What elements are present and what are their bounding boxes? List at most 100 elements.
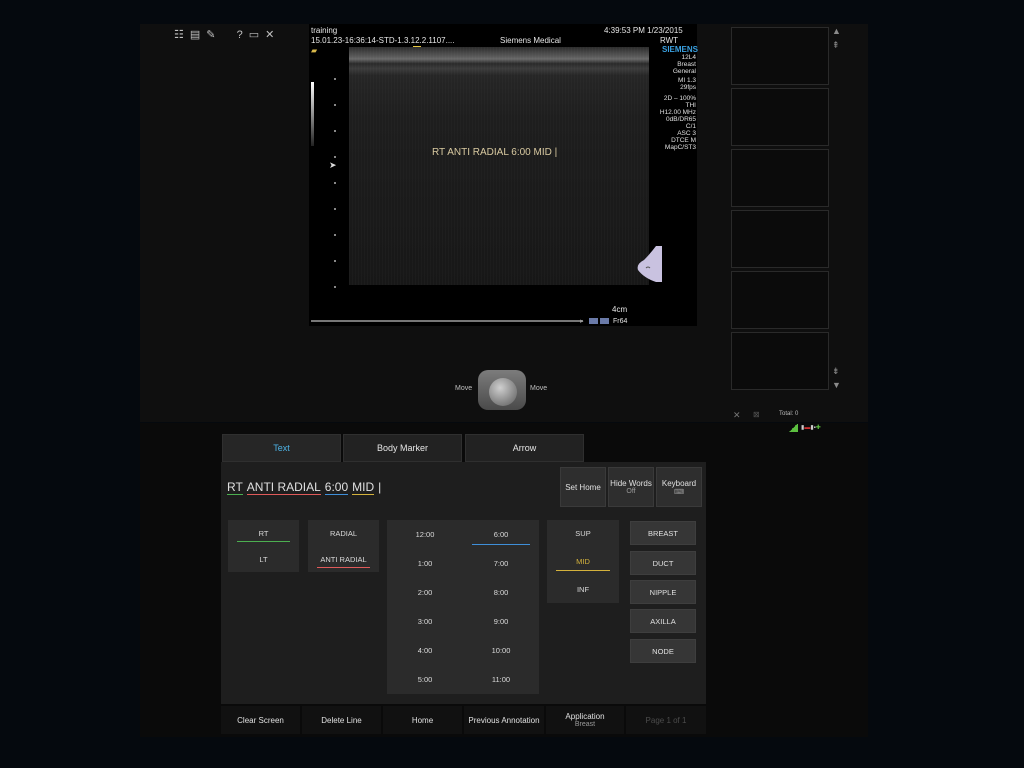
- scroll-up-icon[interactable]: ▲: [832, 26, 841, 36]
- option-mid[interactable]: MID: [547, 547, 619, 575]
- option-label: 10:00: [491, 646, 511, 655]
- study-id: 15.01.23-16:36:14-STD-1.3.12.2.1107....: [311, 36, 455, 45]
- folder-icon: ▰: [311, 46, 318, 55]
- tab-body-marker[interactable]: Body Marker: [343, 434, 462, 462]
- depth-scale: [334, 78, 336, 288]
- annotation-word: MID: [352, 480, 375, 495]
- clip-thumbnail[interactable]: [731, 210, 829, 268]
- clock-option[interactable]: 1:00: [387, 549, 463, 578]
- tab-arrow[interactable]: Arrow: [465, 434, 584, 462]
- cine-loop-icon[interactable]: [600, 318, 609, 324]
- previous-annotation-button[interactable]: Previous Annotation: [464, 706, 544, 734]
- anatomy-nipple-button[interactable]: NIPPLE: [630, 580, 696, 604]
- option-label: LT: [259, 554, 268, 564]
- param: H12.00 MHz: [659, 109, 696, 116]
- option-label: 8:00: [493, 588, 509, 597]
- clip-thumbnail[interactable]: [731, 88, 829, 146]
- imaging-parameters: 12L4 Breast General MI 1.3 29fps 2D – 10…: [650, 54, 696, 151]
- anatomy-axilla-button[interactable]: AXILLA: [630, 609, 696, 633]
- window-icon[interactable]: ▭: [249, 29, 261, 41]
- clip-thumbnail[interactable]: [731, 149, 829, 207]
- clip-thumbnail[interactable]: [731, 271, 829, 329]
- param: 0dB/DR65: [666, 116, 696, 123]
- option-label: 2:00: [417, 588, 433, 597]
- button-label: Previous Annotation: [468, 715, 540, 725]
- option-sup[interactable]: SUP: [547, 520, 619, 547]
- hide-words-value: Off: [626, 488, 636, 495]
- button-label: Delete Line: [321, 715, 362, 725]
- keyboard-button[interactable]: Keyboard ⌨: [656, 467, 702, 507]
- cine-slider[interactable]: [311, 320, 583, 322]
- clock-option[interactable]: 5:00: [387, 665, 463, 694]
- brand-logo: SIEMENS: [662, 45, 699, 54]
- annotation-word: 6:00: [324, 480, 349, 495]
- text-cursor: |: [378, 480, 382, 494]
- option-label: 7:00: [493, 559, 509, 568]
- application-button[interactable]: Application Breast: [546, 706, 624, 734]
- option-inf[interactable]: INF: [547, 575, 619, 603]
- trackball-right-label: Move: [530, 385, 548, 392]
- tab-text[interactable]: Text: [222, 434, 341, 462]
- trackball-left-label: Move: [455, 385, 473, 392]
- delete-line-button[interactable]: Delete Line: [302, 706, 381, 734]
- param: 12L4: [681, 54, 696, 61]
- option-label: 11:00: [491, 675, 511, 684]
- wrench-icon[interactable]: ✎: [206, 29, 217, 41]
- application-value: Breast: [574, 721, 596, 728]
- set-home-label: Set Home: [565, 482, 601, 492]
- system-toolbar: ☷ ▤ ✎ ? ▭ ✕: [174, 28, 280, 41]
- scroll-bottom-icon[interactable]: ⇟: [832, 366, 840, 377]
- option-label: 9:00: [493, 617, 509, 626]
- set-home-button[interactable]: Set Home: [560, 467, 606, 507]
- clear-screen-button[interactable]: Clear Screen: [221, 706, 300, 734]
- clock-option[interactable]: 2:00: [387, 578, 463, 607]
- clip-thumbnail[interactable]: [731, 27, 829, 85]
- help-icon[interactable]: ?: [237, 29, 245, 41]
- selection-underline: [555, 570, 611, 571]
- clock-option[interactable]: 11:00: [463, 665, 539, 694]
- keyboard-label: Keyboard: [661, 478, 697, 488]
- anatomy-node-button[interactable]: NODE: [630, 639, 696, 663]
- param: DTCE M: [671, 137, 696, 144]
- delete-clip-icon[interactable]: ✕: [733, 410, 741, 421]
- clip-thumbnail[interactable]: [731, 332, 829, 390]
- param: Breast: [677, 61, 696, 68]
- review-icon[interactable]: ⊠: [753, 410, 760, 419]
- study-name: training: [311, 26, 338, 35]
- param: General: [672, 68, 696, 75]
- option-radial[interactable]: RADIAL: [308, 520, 379, 546]
- close-icon[interactable]: ✕: [265, 29, 276, 41]
- param: 29fps: [680, 84, 696, 91]
- patient-icon[interactable]: ▤: [190, 29, 202, 41]
- option-lt[interactable]: LT: [228, 546, 299, 572]
- home-button[interactable]: Home: [383, 706, 462, 734]
- clock-option[interactable]: 4:00: [387, 636, 463, 665]
- button-label: Application: [565, 712, 605, 721]
- cine-play-icon[interactable]: [589, 318, 598, 324]
- anatomy-duct-button[interactable]: DUCT: [630, 551, 696, 575]
- clock-option[interactable]: 9:00: [463, 607, 539, 636]
- clock-option[interactable]: 10:00: [463, 636, 539, 665]
- cine-handle-icon[interactable]: ▸: [580, 317, 584, 325]
- option-rt[interactable]: RT: [228, 520, 299, 546]
- anatomy-breast-button[interactable]: BREAST: [630, 521, 696, 545]
- clock-option[interactable]: 3:00: [387, 607, 463, 636]
- scroll-down-icon[interactable]: ▼: [832, 380, 841, 390]
- clock-option[interactable]: 8:00: [463, 578, 539, 607]
- annotation-preview[interactable]: RT ANTI RADIAL 6:00 MID |: [227, 480, 381, 495]
- hide-words-label: Hide Words: [610, 479, 652, 488]
- date-time: 4:39:53 PM 1/23/2015: [604, 26, 683, 35]
- annotation-word: ANTI RADIAL: [246, 480, 321, 495]
- list-icon[interactable]: ☷: [174, 29, 186, 41]
- clock-option[interactable]: 7:00: [463, 549, 539, 578]
- option-label: MID: [576, 556, 590, 566]
- option-anti-radial[interactable]: ANTI RADIAL: [308, 546, 379, 572]
- clock-option[interactable]: 6:00: [463, 520, 539, 549]
- clock-option[interactable]: 12:00: [387, 520, 463, 549]
- trackball-ball[interactable]: [489, 378, 517, 406]
- hide-words-button[interactable]: Hide Words Off: [608, 467, 654, 507]
- option-label: SUP: [575, 529, 591, 538]
- selection-underline: [472, 544, 530, 545]
- scroll-top-icon[interactable]: ⇞: [832, 40, 840, 51]
- manufacturer-line: Siemens Medical: [500, 36, 561, 45]
